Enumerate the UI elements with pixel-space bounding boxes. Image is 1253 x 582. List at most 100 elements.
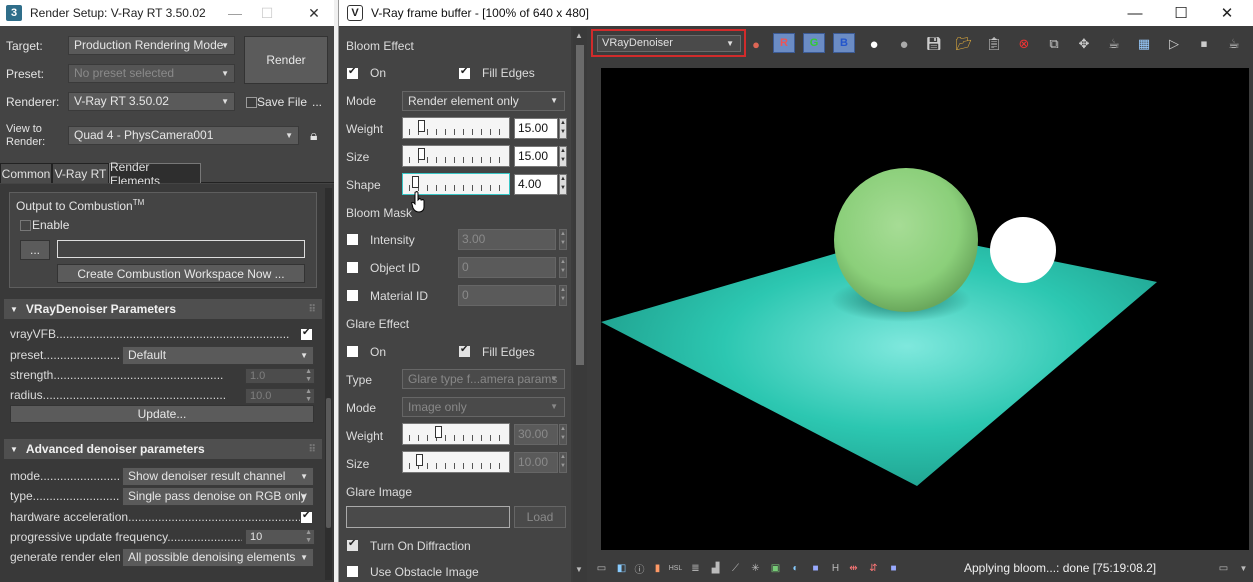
render-teapot-icon[interactable]: ☕︎ [1103, 34, 1125, 54]
levels-icon[interactable]: ≣ [689, 562, 702, 575]
denoiser-type-dropdown[interactable]: Single pass denoise on RGB only ▼ [122, 487, 314, 506]
strength-spinner[interactable]: 1.0 ▲ ▼ [245, 368, 315, 384]
spinner-arrows-icon[interactable]: ▲ ▼ [559, 229, 567, 250]
spinner-arrows-icon[interactable]: ▲ ▼ [559, 118, 567, 139]
vraydenoiser-rollout-header[interactable]: ▼ VRayDenoiser Parameters ⠿ [4, 299, 322, 319]
track-mouse-icon[interactable]: ✥ [1073, 34, 1095, 54]
create-combustion-workspace-button[interactable]: Create Combustion Workspace Now ... [57, 264, 305, 283]
glare-on-checkbox[interactable] [347, 346, 358, 357]
glare-image-path-input[interactable] [346, 506, 510, 528]
save-image-icon[interactable]: 💾︎ [923, 34, 945, 54]
color-correction-icon[interactable]: ▮ [651, 562, 664, 575]
spinner-arrows-icon[interactable]: ▲ ▼ [559, 174, 567, 195]
green-channel-button[interactable]: G [803, 33, 825, 53]
alpha-white-icon[interactable]: ● [863, 34, 885, 54]
load-image-icon[interactable]: 📂︎ [953, 34, 975, 54]
use-obstacle-image-checkbox[interactable] [347, 566, 358, 577]
statusbar-dropdown-icon[interactable]: ▼ [1237, 562, 1250, 575]
save-file-checkbox[interactable] [246, 97, 257, 108]
layers-icon[interactable]: ◧ [615, 562, 628, 575]
tab-common[interactable]: Common [0, 163, 52, 183]
bloom-on-checkbox[interactable] [347, 66, 358, 79]
color-channels-icon[interactable]: ● [745, 34, 767, 54]
folder-icon[interactable]: ▭ [595, 562, 608, 575]
close-icon[interactable]: ✕ [299, 0, 329, 26]
save-file-browse-button[interactable]: ... [312, 95, 322, 109]
tab-render-elements[interactable]: Render Elements [109, 160, 201, 188]
vfb-titlebar[interactable]: V V-Ray frame buffer - [100% of 640 x 48… [339, 0, 1253, 26]
intensity-input[interactable]: 3.00 [458, 229, 556, 250]
lock-icon[interactable]: 🔒︎ [310, 127, 317, 144]
spinner-arrows-icon[interactable]: ▲ ▼ [559, 146, 567, 167]
scroll-down-icon[interactable]: ▼ [575, 565, 583, 574]
compare-icon[interactable]: ⇹ [847, 562, 860, 575]
render-setup-scrollbar[interactable] [325, 188, 332, 580]
tab-vray-rt[interactable]: V-Ray RT [52, 163, 109, 183]
vrayvfb-checkbox[interactable] [301, 327, 312, 340]
object-id-checkbox[interactable] [347, 262, 358, 273]
generate-render-elements-dropdown[interactable]: All possible denoising elements ▼ [122, 548, 314, 567]
target-dropdown[interactable]: Production Rendering Mode ▼ [68, 36, 235, 55]
spinner-arrows-icon[interactable]: ▲ ▼ [559, 452, 567, 473]
history-icon[interactable]: ▦ [1133, 34, 1155, 54]
material-id-input[interactable]: 0 [458, 285, 556, 306]
glare-weight-input[interactable]: 30.00 [514, 424, 558, 445]
material-id-checkbox[interactable] [347, 290, 358, 301]
stop-render-icon[interactable]: ⊗ [1013, 34, 1035, 54]
glare-fill-edges-checkbox[interactable] [459, 344, 470, 357]
render-region-icon[interactable]: ▷ [1163, 34, 1185, 54]
glare-image-load-button[interactable]: Load [514, 506, 566, 528]
maximize-icon[interactable]: ☐ [1159, 0, 1203, 26]
glare-size-slider[interactable] [402, 451, 510, 473]
render-button[interactable]: Render [244, 36, 328, 84]
intensity-checkbox[interactable] [347, 234, 358, 245]
renderer-dropdown[interactable]: V-Ray RT 3.50.02 ▼ [68, 92, 235, 111]
slider-knob[interactable] [434, 426, 442, 438]
bloom-size-input[interactable]: 15.00 [514, 146, 558, 167]
render-icon[interactable]: ☕︎ [1223, 34, 1245, 54]
hardware-acceleration-checkbox[interactable] [301, 510, 312, 523]
render-setup-titlebar[interactable]: 3 Render Setup: V-Ray RT 3.50.02 — ☐ ✕ [0, 0, 334, 26]
denoiser-preset-dropdown[interactable]: Default ▼ [122, 346, 314, 365]
enable-combustion-checkbox[interactable] [20, 220, 31, 231]
channel-dropdown[interactable]: VRayDenoiser ▼ [597, 35, 741, 52]
preset-dropdown[interactable]: No preset selected ▼ [68, 64, 235, 83]
glare-size-input[interactable]: 10.00 [514, 452, 558, 473]
slider-knob[interactable] [418, 120, 426, 132]
slider-knob[interactable] [418, 148, 426, 160]
duplicate-to-framebuffer-icon[interactable]: ⧉ [1043, 34, 1065, 54]
minimize-icon[interactable]: — [1113, 0, 1157, 26]
close-icon[interactable]: ✕ [1205, 0, 1249, 26]
progressive-update-spinner[interactable]: 10 ▲ ▼ [245, 529, 315, 545]
histogram-icon[interactable]: ▟ [709, 562, 722, 575]
h-icon[interactable]: H [829, 562, 842, 575]
hsl-icon[interactable]: HSL [669, 562, 683, 575]
lens-effects-scrollbar[interactable]: ▲ ▼ [573, 27, 587, 582]
bloom-mode-dropdown[interactable]: Render element only ▼ [402, 91, 565, 111]
spinner-arrows-icon[interactable]: ▲ ▼ [559, 285, 567, 306]
minimize-icon[interactable]: — [220, 0, 250, 26]
combustion-path-input[interactable] [57, 240, 305, 258]
update-button[interactable]: Update... [10, 405, 314, 423]
bloom-weight-input[interactable]: 15.00 [514, 118, 558, 139]
red-channel-button[interactable]: R [773, 33, 795, 53]
object-id-input[interactable]: 0 [458, 257, 556, 278]
lens-effects-icon[interactable]: ◐ [789, 562, 802, 575]
spinner-arrows-icon[interactable]: ▲ ▼ [559, 424, 567, 445]
combustion-browse-button[interactable]: ... [20, 240, 50, 260]
turn-on-diffraction-checkbox[interactable] [347, 538, 358, 551]
info-icon[interactable]: ⓘ [633, 562, 646, 576]
slider-knob[interactable] [411, 176, 419, 188]
panel-toggle-icon[interactable]: ▭ [1217, 562, 1230, 575]
slider-knob[interactable] [415, 454, 423, 466]
view-to-render-dropdown[interactable]: Quad 4 - PhysCamera001 ▼ [68, 126, 299, 145]
scroll-up-icon[interactable]: ▲ [575, 31, 583, 40]
radius-spinner[interactable]: 10.0 ▲ ▼ [245, 388, 315, 404]
clear-image-icon[interactable]: 📋︎ [983, 34, 1005, 54]
spinner-arrows-icon[interactable]: ▲ ▼ [559, 257, 567, 278]
bloom-shape-input[interactable]: 4.00 [514, 174, 558, 195]
render-viewport[interactable] [601, 68, 1249, 550]
scrollbar-thumb[interactable] [326, 398, 331, 528]
bloom-size-slider[interactable] [402, 145, 510, 167]
stop-icon[interactable]: ⏹︎ [1193, 34, 1215, 54]
